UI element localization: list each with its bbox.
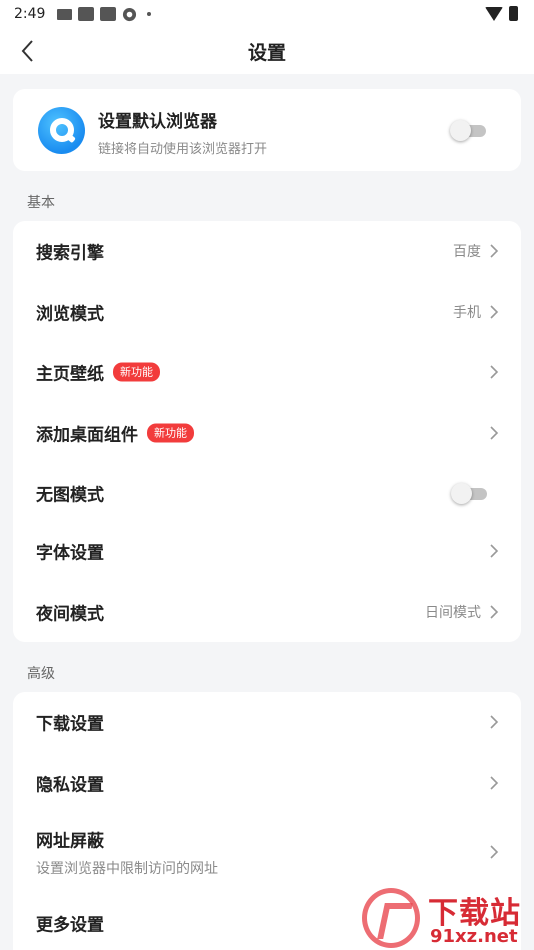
setting-label: 搜索引擎 — [36, 243, 104, 264]
chevron-right-icon — [490, 365, 499, 379]
chevron-right-icon — [490, 605, 499, 619]
setting-row-browse-mode[interactable]: 浏览模式 手机 — [13, 282, 521, 342]
app-notification-icon — [78, 7, 95, 21]
watermark-url: 91xz.net — [430, 926, 518, 947]
section-label-advanced: 高级 — [27, 666, 55, 682]
chevron-right-icon — [490, 305, 499, 319]
page-title: 设置 — [247, 41, 286, 64]
browser-logo-icon — [38, 107, 85, 154]
setting-label: 下载设置 — [36, 714, 104, 735]
setting-row-url-block[interactable]: 网址屏蔽 设置浏览器中限制访问的网址 — [13, 814, 521, 890]
setting-label-with-badge: 添加桌面组件 新功能 — [36, 421, 194, 446]
setting-value: 手机 — [453, 305, 481, 321]
battery-icon — [509, 6, 518, 21]
setting-value: 百度 — [453, 244, 481, 260]
more-notifications-dot-icon — [147, 12, 152, 16]
default-browser-subtitle: 链接将自动使用该浏览器打开 — [98, 142, 268, 157]
app-header: 设置 — [0, 28, 534, 74]
setting-row-desktop-widget[interactable]: 添加桌面组件 新功能 — [13, 403, 521, 463]
setting-label: 字体设置 — [36, 543, 104, 564]
setting-row-download[interactable]: 下载设置 — [13, 692, 521, 752]
aperture-icon — [123, 7, 137, 21]
status-bar: 2:49 — [0, 0, 534, 28]
setting-label: 夜间模式 — [36, 604, 104, 625]
status-system-icons — [485, 6, 518, 21]
chevron-right-icon — [490, 244, 499, 258]
wifi-icon — [485, 6, 503, 21]
watermark-logo-icon — [362, 888, 420, 948]
status-time: 2:49 — [14, 6, 46, 22]
chevron-right-icon — [490, 776, 499, 790]
setting-subtitle: 设置浏览器中限制访问的网址 — [36, 861, 218, 877]
setting-row-home-wallpaper[interactable]: 主页壁纸 新功能 — [13, 342, 521, 402]
default-browser-title: 设置默认浏览器 — [98, 112, 217, 132]
chevron-right-icon — [490, 544, 499, 558]
default-browser-toggle[interactable] — [450, 120, 490, 141]
back-button[interactable] — [10, 34, 44, 68]
chevron-right-icon — [490, 426, 499, 440]
setting-row-night-mode[interactable]: 夜间模式 日间模式 — [13, 582, 521, 642]
watermark: 下载站 91xz.net — [362, 888, 534, 950]
setting-label: 隐私设置 — [36, 775, 104, 796]
setting-label: 浏览模式 — [36, 304, 104, 325]
setting-row-font[interactable]: 字体设置 — [13, 521, 521, 581]
default-browser-card[interactable]: 设置默认浏览器 链接将自动使用该浏览器打开 — [13, 89, 521, 171]
chevron-left-icon — [21, 40, 33, 62]
app-notification-icon — [100, 7, 117, 21]
setting-label-with-badge: 主页壁纸 新功能 — [36, 360, 160, 385]
setting-row-privacy[interactable]: 隐私设置 — [13, 753, 521, 813]
new-feature-badge: 新功能 — [113, 362, 160, 382]
mail-icon — [57, 8, 73, 20]
setting-row-search-engine[interactable]: 搜索引擎 百度 — [13, 221, 521, 281]
setting-label: 网址屏蔽 — [36, 831, 104, 852]
status-notification-icons — [57, 7, 152, 22]
setting-value: 日间模式 — [425, 605, 481, 621]
basic-settings-card: 搜索引擎 百度 浏览模式 手机 主页壁纸 新功能 添加桌面组件 新功能 无图模式… — [13, 221, 521, 642]
setting-label: 无图模式 — [36, 485, 104, 506]
setting-label: 主页壁纸 — [36, 364, 104, 385]
setting-row-no-image-mode: 无图模式 — [13, 463, 521, 523]
new-feature-badge: 新功能 — [147, 423, 194, 443]
chevron-right-icon — [490, 715, 499, 729]
section-label-basic: 基本 — [27, 195, 55, 211]
chevron-right-icon — [490, 845, 499, 859]
no-image-mode-toggle[interactable] — [451, 483, 491, 504]
setting-label: 添加桌面组件 — [36, 425, 138, 446]
setting-label: 更多设置 — [36, 915, 104, 936]
